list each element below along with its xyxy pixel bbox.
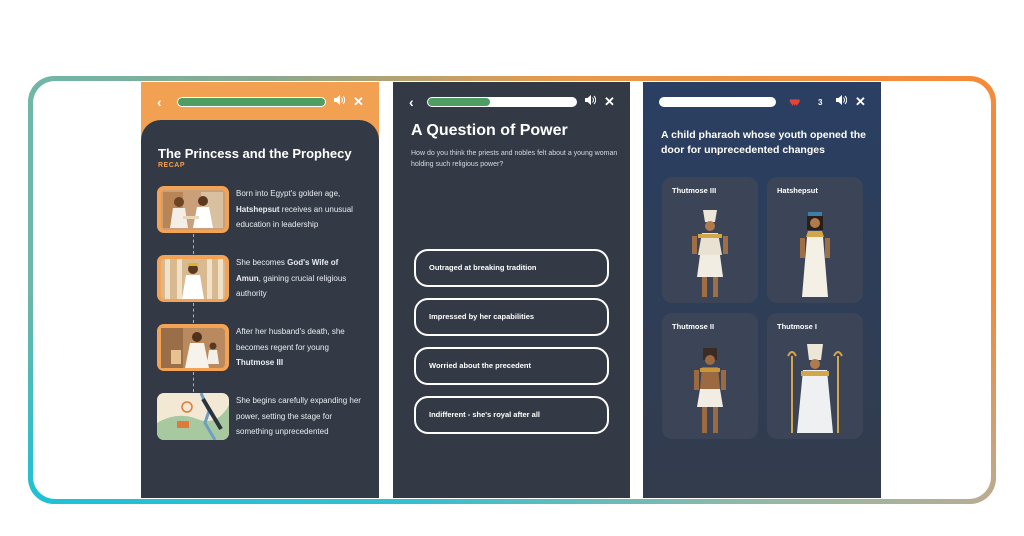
back-icon[interactable]: ‹	[409, 94, 414, 110]
answer-option[interactable]: Impressed by her capabilities	[414, 298, 609, 336]
progress-fill	[178, 98, 325, 106]
top-bar: ‹ ✕	[141, 94, 379, 110]
choice-label: Thutmose II	[672, 322, 715, 331]
progress-bar	[659, 97, 776, 107]
step-illustration-education	[157, 186, 229, 233]
answer-option[interactable]: Outraged at breaking tradition	[414, 249, 609, 287]
close-icon[interactable]: ✕	[353, 94, 364, 110]
timeline-step: She becomes God's Wife of Amun, gaining …	[157, 255, 367, 305]
step-illustration-temple	[157, 255, 229, 302]
answer-option[interactable]: Indifferent - she's royal after all	[414, 396, 609, 434]
choice-label: Hatshepsut	[777, 186, 818, 195]
screen-recap: ‹ ✕ The Princess and the Prophecy RECAP	[141, 82, 379, 498]
recap-label: RECAP	[158, 162, 186, 169]
recap-card: The Princess and the Prophecy RECAP Born…	[141, 120, 379, 498]
timeline-step: Born into Egypt's golden age, Hatshepsut…	[157, 186, 367, 236]
progress-fill	[428, 98, 491, 106]
sound-icon[interactable]	[585, 94, 597, 110]
choice-card[interactable]: Hatshepsut	[767, 177, 863, 303]
hearts-icon: ♥♥♥	[789, 95, 801, 109]
question-text: How do you think the priests and nobles …	[411, 150, 618, 168]
choice-card[interactable]: Thutmose II	[662, 313, 758, 439]
quiz-question: A child pharaoh whose youth opened the d…	[661, 129, 866, 156]
choice-label: Thutmose I	[777, 322, 818, 331]
choice-card[interactable]: Thutmose III	[662, 177, 758, 303]
close-icon[interactable]: ✕	[855, 94, 866, 110]
top-bar: ♥♥♥ 3 ✕	[643, 94, 881, 110]
question-title: A Question of Power	[411, 122, 568, 139]
timeline-connector	[193, 234, 194, 254]
step-text: After her husband's death, she becomes r…	[236, 327, 345, 367]
timeline-step: After her husband's death, she becomes r…	[157, 324, 367, 374]
pharaoh-figure	[694, 348, 726, 433]
step-text: She begins carefully expanding her power…	[236, 396, 361, 436]
screen-quiz: ♥♥♥ 3 ✕ A child pharaoh whose youth open…	[643, 82, 881, 498]
pharaoh-figure	[692, 210, 728, 297]
timeline-connector	[193, 303, 194, 323]
choice-card[interactable]: Thutmose I	[767, 313, 863, 439]
sound-icon[interactable]	[334, 94, 346, 110]
screen-question: ‹ ✕ A Question of Power How do you think…	[393, 82, 630, 498]
choice-label: Thutmose III	[672, 186, 717, 195]
step-illustration-regent	[157, 324, 229, 371]
timeline-connector	[193, 372, 194, 392]
progress-bar	[177, 97, 326, 107]
top-bar: ‹ ✕	[393, 94, 630, 110]
step-text: Born into Egypt's golden age, Hatshepsut…	[236, 189, 353, 229]
back-icon[interactable]: ‹	[157, 94, 162, 110]
step-text: She becomes God's Wife of Amun, gaining …	[236, 258, 347, 298]
timeline-step: She begins carefully expanding her power…	[157, 393, 367, 443]
close-icon[interactable]: ✕	[604, 94, 615, 110]
step-illustration-map	[157, 393, 229, 440]
pharaoh-figure	[787, 344, 843, 433]
queen-figure	[800, 212, 830, 297]
hearts-count: 3	[818, 98, 823, 107]
progress-bar	[427, 97, 577, 107]
story-title: The Princess and the Prophecy	[158, 146, 352, 161]
answer-option[interactable]: Worried about the precedent	[414, 347, 609, 385]
sound-icon[interactable]	[836, 94, 848, 110]
